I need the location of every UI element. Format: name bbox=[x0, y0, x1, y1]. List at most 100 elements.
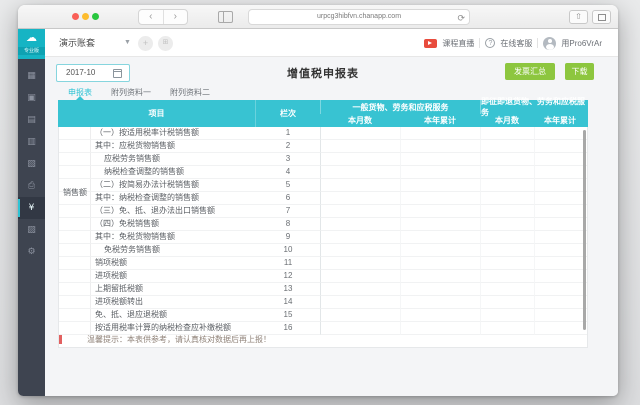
salary-icon: ▨ bbox=[27, 225, 36, 235]
row-group-cell bbox=[59, 257, 91, 270]
cell-value bbox=[535, 140, 587, 153]
cell-value bbox=[321, 231, 401, 244]
cell-value bbox=[401, 283, 481, 296]
cell-value bbox=[481, 140, 535, 153]
cell-value bbox=[321, 153, 401, 166]
live-badge-icon bbox=[424, 39, 437, 48]
main-content: 2017-10 增值税申报表 发票汇总 下载 申报表附列资料一附列资料二 项目 … bbox=[45, 57, 618, 396]
cell-value bbox=[401, 309, 481, 322]
sidebar-item-ledger[interactable]: ▤ bbox=[18, 109, 45, 131]
sidebar-item-assets[interactable]: ▧ bbox=[18, 153, 45, 175]
sidebar-item-salary[interactable]: ▨ bbox=[18, 219, 45, 241]
back-button[interactable]: ‹ bbox=[139, 10, 164, 24]
active-tab-caret bbox=[76, 96, 84, 100]
col-group-refund: 即征即退货物、劳务和应税服务 bbox=[480, 100, 586, 114]
avatar[interactable] bbox=[543, 37, 556, 50]
nav-buttons: ‹ › bbox=[138, 9, 188, 25]
invoice-summary-button[interactable]: 发票汇总 bbox=[505, 63, 555, 80]
cell-value bbox=[401, 218, 481, 231]
cell-value bbox=[535, 218, 587, 231]
period-date-picker[interactable]: 2017-10 bbox=[56, 64, 130, 82]
sidebar-item-dashboard[interactable]: ▦ bbox=[18, 65, 45, 87]
sidebar-item-reports[interactable]: ▥ bbox=[18, 131, 45, 153]
sidebar-item-settings[interactable]: ⚙ bbox=[18, 241, 45, 263]
address-bar[interactable]: urpcg3hibfvn.chanapp.com ⟳ bbox=[248, 9, 470, 25]
edition-label: 专业版 bbox=[18, 47, 45, 55]
browser-chrome: ‹ › urpcg3hibfvn.chanapp.com ⟳ ⇧ bbox=[18, 5, 618, 29]
row-item-label: （一）按适用税率计税销售额 bbox=[91, 127, 256, 140]
close-window-button[interactable] bbox=[72, 13, 79, 20]
cell-value bbox=[481, 231, 535, 244]
forward-button[interactable]: › bbox=[164, 10, 188, 24]
reload-icon[interactable]: ⟳ bbox=[457, 11, 465, 25]
cell-value bbox=[321, 205, 401, 218]
row-item-label: 进项税额转出 bbox=[91, 296, 256, 309]
app-logo[interactable]: ☁ 专业版 bbox=[18, 29, 45, 59]
tab-overview-button[interactable] bbox=[592, 10, 611, 24]
row-group-cell bbox=[59, 283, 91, 296]
zoom-window-button[interactable] bbox=[92, 13, 99, 20]
col-header-ytd: 本年累计 bbox=[534, 114, 586, 127]
cell-value bbox=[321, 192, 401, 205]
footer-note: 温馨提示：本表供参考，请认真核对数据后再上报！ bbox=[59, 334, 587, 347]
table-scrollbar[interactable] bbox=[583, 130, 586, 330]
cell-value bbox=[321, 296, 401, 309]
cell-value bbox=[535, 166, 587, 179]
row-item-label: 免、抵、退应退税额 bbox=[91, 309, 256, 322]
dashboard-icon: ▦ bbox=[27, 71, 36, 81]
cell-value bbox=[481, 244, 535, 257]
cell-value bbox=[535, 192, 587, 205]
sidebar-item-tax[interactable]: ¥ bbox=[18, 197, 45, 219]
add-button[interactable]: + bbox=[138, 36, 153, 51]
download-button[interactable]: 下载 bbox=[565, 63, 594, 80]
row-group-cell bbox=[59, 309, 91, 322]
row-line-number: 15 bbox=[256, 309, 321, 322]
cell-value bbox=[401, 192, 481, 205]
sidebar-toggle-icon[interactable] bbox=[218, 11, 233, 23]
cell-value bbox=[321, 270, 401, 283]
col-header-month: 本月数 bbox=[320, 114, 400, 127]
cell-value bbox=[401, 179, 481, 192]
table-row: 进项税额12 bbox=[59, 270, 587, 283]
apps-grid-button[interactable]: ⊞ bbox=[158, 36, 173, 51]
sidebar-item-voucher[interactable]: ▣ bbox=[18, 87, 45, 109]
sidebar-item-cashier[interactable]: ⎙ bbox=[18, 175, 45, 197]
cell-value bbox=[401, 153, 481, 166]
row-item-label: 免税劳务销售额 bbox=[91, 244, 256, 257]
row-line-number: 2 bbox=[256, 140, 321, 153]
cell-value bbox=[401, 140, 481, 153]
sidebar-nav: ▦ ▣▤▥▧⎙ ¥ ▨ ⚙ bbox=[18, 57, 45, 396]
chevron-down-icon[interactable]: ▼ bbox=[124, 29, 131, 57]
row-item-label: 其中：免税货物销售额 bbox=[91, 231, 256, 244]
row-item-label: 销项税额 bbox=[91, 257, 256, 270]
row-item-label: 纳税检查调整的销售额 bbox=[91, 166, 256, 179]
cell-value bbox=[321, 244, 401, 257]
help-icon: ? bbox=[485, 38, 495, 48]
row-item-label: （三）免、抵、退办法出口销售额 bbox=[91, 205, 256, 218]
share-button[interactable]: ⇧ bbox=[569, 10, 588, 24]
username[interactable]: 用Pro6VrAr bbox=[561, 38, 602, 49]
minimize-window-button[interactable] bbox=[82, 13, 89, 20]
row-item-label: 上期留抵税额 bbox=[91, 283, 256, 296]
col-header-line: 栏次 bbox=[255, 100, 320, 127]
cell-value bbox=[321, 309, 401, 322]
cell-value bbox=[535, 257, 587, 270]
cell-value bbox=[535, 179, 587, 192]
table-row: 纳税检查调整的销售额4 bbox=[59, 166, 587, 179]
online-support-link[interactable]: 在线客服 bbox=[500, 38, 532, 49]
cell-value bbox=[321, 218, 401, 231]
note-text: 温馨提示：本表供参考，请认真核对数据后再上报！ bbox=[87, 335, 271, 344]
row-line-number: 12 bbox=[256, 270, 321, 283]
cell-value bbox=[401, 270, 481, 283]
cell-value bbox=[401, 166, 481, 179]
cell-value bbox=[481, 192, 535, 205]
account-set-selector[interactable]: 演示账套 bbox=[59, 29, 95, 57]
tax-icon: ¥ bbox=[29, 203, 35, 213]
top-bar-right: 课程直播 ? 在线客服 用Pro6VrAr bbox=[424, 29, 602, 57]
cell-value bbox=[321, 179, 401, 192]
cell-value bbox=[535, 283, 587, 296]
tab-3[interactable]: 附列资料二 bbox=[170, 86, 210, 100]
row-line-number: 7 bbox=[256, 205, 321, 218]
tab-2[interactable]: 附列资料一 bbox=[111, 86, 151, 100]
live-course-link[interactable]: 课程直播 bbox=[442, 38, 474, 49]
